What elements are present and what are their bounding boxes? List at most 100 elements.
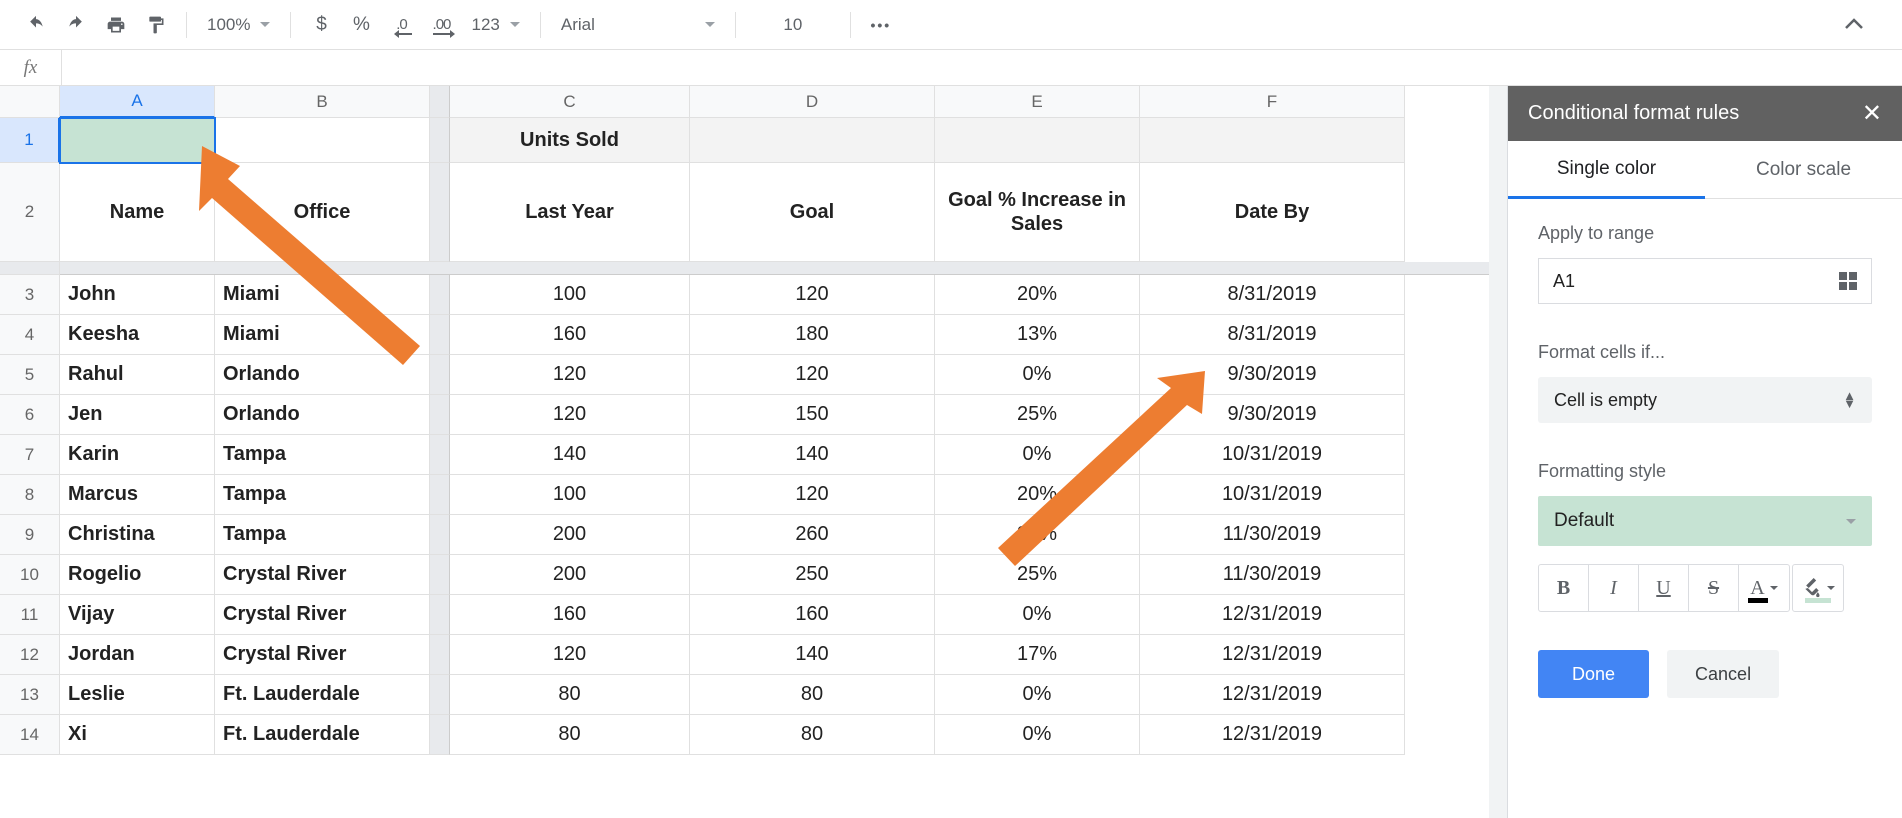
cell-F14[interactable]: 12/31/2019 <box>1140 715 1405 755</box>
row-header-2[interactable]: 2 <box>0 163 60 262</box>
cell-D14[interactable]: 80 <box>690 715 935 755</box>
cell-C4[interactable]: 160 <box>450 315 690 355</box>
row-header-7[interactable]: 7 <box>0 435 60 475</box>
cell-F4[interactable]: 8/31/2019 <box>1140 315 1405 355</box>
cell-F9[interactable]: 11/30/2019 <box>1140 515 1405 555</box>
cell-D1[interactable] <box>690 118 935 163</box>
cell-A2[interactable]: Name <box>60 163 215 262</box>
cell-A12[interactable]: Jordan <box>60 635 215 675</box>
row-header-6[interactable]: 6 <box>0 395 60 435</box>
cell-F7[interactable]: 10/31/2019 <box>1140 435 1405 475</box>
more-tools-button[interactable]: ••• <box>863 7 899 43</box>
tab-color-scale[interactable]: Color scale <box>1705 141 1902 199</box>
font-selector[interactable]: Arial <box>553 7 723 43</box>
cell-D13[interactable]: 80 <box>690 675 935 715</box>
cell-E10[interactable]: 25% <box>935 555 1140 595</box>
cell-A5[interactable]: Rahul <box>60 355 215 395</box>
cell-C5[interactable]: 120 <box>450 355 690 395</box>
cell-B6[interactable]: Orlando <box>215 395 430 435</box>
row-header-10[interactable]: 10 <box>0 555 60 595</box>
select-all-corner[interactable] <box>0 86 60 118</box>
column-header-E[interactable]: E <box>935 86 1140 118</box>
undo-button[interactable] <box>18 7 54 43</box>
cell-A14[interactable]: Xi <box>60 715 215 755</box>
cell-E6[interactable]: 25% <box>935 395 1140 435</box>
column-header-F[interactable]: F <box>1140 86 1405 118</box>
cell-D4[interactable]: 180 <box>690 315 935 355</box>
cell-B2[interactable]: Office <box>215 163 430 262</box>
cell-E2[interactable]: Goal % Increase in Sales <box>935 163 1140 262</box>
tab-single-color[interactable]: Single color <box>1508 141 1705 199</box>
cell-B1[interactable] <box>215 118 430 163</box>
cell-A11[interactable]: Vijay <box>60 595 215 635</box>
cell-C3[interactable]: 100 <box>450 275 690 315</box>
cell-A1[interactable] <box>60 118 215 163</box>
cell-B5[interactable]: Orlando <box>215 355 430 395</box>
row-header-11[interactable]: 11 <box>0 595 60 635</box>
cell-F12[interactable]: 12/31/2019 <box>1140 635 1405 675</box>
column-header-A[interactable]: A <box>60 86 215 118</box>
collapse-toolbar-button[interactable] <box>1844 17 1864 33</box>
cell-A10[interactable]: Rogelio <box>60 555 215 595</box>
cell-F11[interactable]: 12/31/2019 <box>1140 595 1405 635</box>
cell-B12[interactable]: Crystal River <box>215 635 430 675</box>
cell-B8[interactable]: Tampa <box>215 475 430 515</box>
cell-E12[interactable]: 17% <box>935 635 1140 675</box>
fill-color-button[interactable] <box>1793 565 1843 611</box>
font-size-selector[interactable]: 10 <box>748 7 838 43</box>
cell-E1[interactable] <box>935 118 1140 163</box>
cell-B14[interactable]: Ft. Lauderdale <box>215 715 430 755</box>
cell-F13[interactable]: 12/31/2019 <box>1140 675 1405 715</box>
cell-C14[interactable]: 80 <box>450 715 690 755</box>
cell-F2[interactable]: Date By <box>1140 163 1405 262</box>
cell-D12[interactable]: 140 <box>690 635 935 675</box>
cell-C6[interactable]: 120 <box>450 395 690 435</box>
spreadsheet-grid[interactable]: ABCDEF1Units Sold2NameOfficeLast YearGoa… <box>0 86 1507 818</box>
increase-decimal-button[interactable]: .00 <box>423 7 459 43</box>
cell-E9[interactable]: 30% <box>935 515 1140 555</box>
row-header-4[interactable]: 4 <box>0 315 60 355</box>
cell-E5[interactable]: 0% <box>935 355 1140 395</box>
cell-E11[interactable]: 0% <box>935 595 1140 635</box>
strikethrough-button[interactable]: S <box>1689 565 1739 611</box>
cancel-button[interactable]: Cancel <box>1667 650 1779 698</box>
cell-D10[interactable]: 250 <box>690 555 935 595</box>
column-header-D[interactable]: D <box>690 86 935 118</box>
cell-E13[interactable]: 0% <box>935 675 1140 715</box>
percent-button[interactable]: % <box>343 7 379 43</box>
column-header-C[interactable]: C <box>450 86 690 118</box>
currency-button[interactable]: $ <box>303 7 339 43</box>
italic-button[interactable]: I <box>1589 565 1639 611</box>
column-header-B[interactable]: B <box>215 86 430 118</box>
cell-C12[interactable]: 120 <box>450 635 690 675</box>
paint-format-button[interactable] <box>138 7 174 43</box>
done-button[interactable]: Done <box>1538 650 1649 698</box>
row-header-1[interactable]: 1 <box>0 118 60 163</box>
cell-D2[interactable]: Goal <box>690 163 935 262</box>
cell-A4[interactable]: Keesha <box>60 315 215 355</box>
cell-A9[interactable]: Christina <box>60 515 215 555</box>
row-header-12[interactable]: 12 <box>0 635 60 675</box>
cell-A8[interactable]: Marcus <box>60 475 215 515</box>
cell-C8[interactable]: 100 <box>450 475 690 515</box>
cell-E8[interactable]: 20% <box>935 475 1140 515</box>
zoom-selector[interactable]: 100% <box>199 7 278 43</box>
cell-A6[interactable]: Jen <box>60 395 215 435</box>
redo-button[interactable] <box>58 7 94 43</box>
cell-B4[interactable]: Miami <box>215 315 430 355</box>
vertical-scrollbar[interactable] <box>1489 86 1507 818</box>
close-panel-button[interactable]: ✕ <box>1862 99 1882 128</box>
cell-C1[interactable]: Units Sold <box>450 118 690 163</box>
condition-select[interactable]: Cell is empty ▲▼ <box>1538 377 1872 423</box>
row-header-3[interactable]: 3 <box>0 275 60 315</box>
cell-F1[interactable] <box>1140 118 1405 163</box>
style-preset-select[interactable]: Default <box>1538 496 1872 546</box>
cell-C13[interactable]: 80 <box>450 675 690 715</box>
cell-C7[interactable]: 140 <box>450 435 690 475</box>
cell-F10[interactable]: 11/30/2019 <box>1140 555 1405 595</box>
cell-B3[interactable]: Miami <box>215 275 430 315</box>
cell-E3[interactable]: 20% <box>935 275 1140 315</box>
underline-button[interactable]: U <box>1639 565 1689 611</box>
cell-F3[interactable]: 8/31/2019 <box>1140 275 1405 315</box>
cell-D6[interactable]: 150 <box>690 395 935 435</box>
